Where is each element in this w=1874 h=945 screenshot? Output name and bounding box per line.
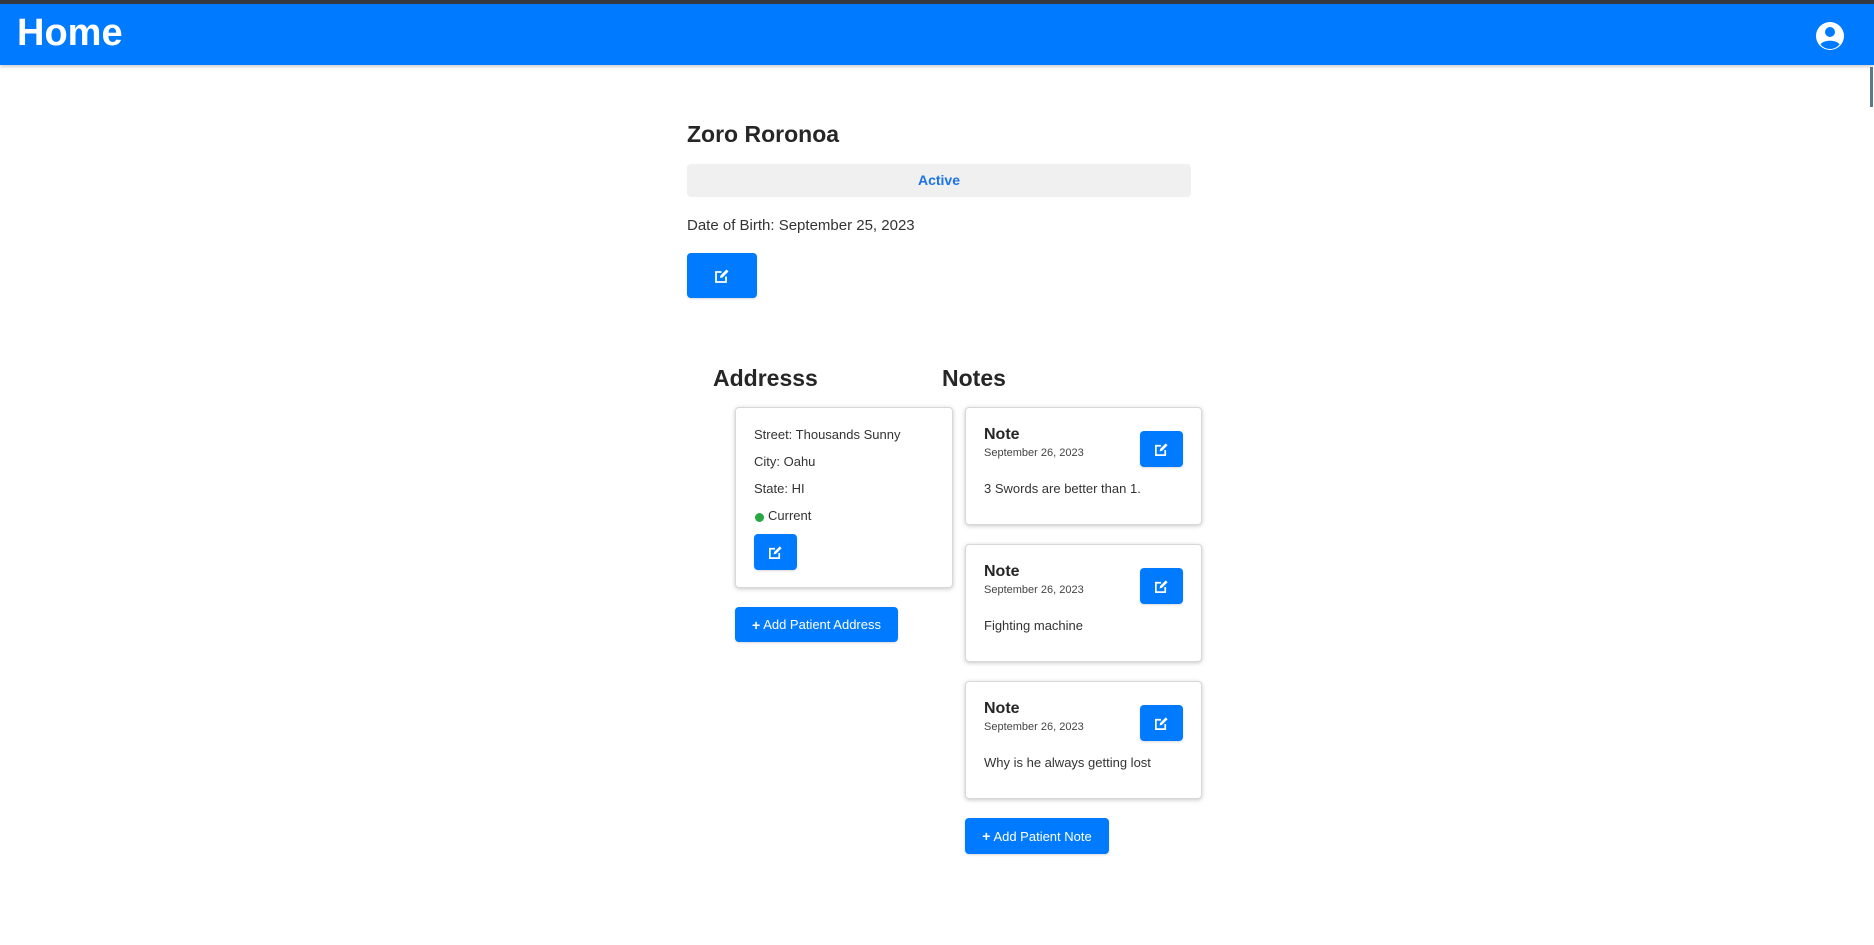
address-status: Current (768, 508, 812, 523)
note-card: Note September 26, 2023 Fighting machine (965, 544, 1202, 662)
edit-address-button[interactable] (754, 534, 797, 570)
edit-icon (1155, 442, 1168, 456)
note-date: September 26, 2023 (984, 584, 1084, 596)
scrollbar[interactable] (1870, 67, 1873, 107)
address-street: Street: Thousands Sunny (754, 427, 901, 442)
edit-icon (769, 545, 782, 559)
add-note-label: Add Patient Note (993, 828, 1092, 844)
edit-icon (715, 269, 729, 283)
patient-name: Zoro Roronoa (687, 121, 840, 147)
note-title: Note (984, 700, 1020, 717)
addresses-heading: Addresss (713, 365, 818, 391)
edit-note-button[interactable] (1140, 568, 1183, 604)
note-text: Fighting machine (984, 618, 1083, 633)
page-title[interactable]: Home (17, 10, 123, 56)
note-card: Note September 26, 2023 3 Swords are bet… (965, 407, 1202, 525)
note-date: September 26, 2023 (984, 447, 1084, 459)
account-button[interactable] (1815, 21, 1845, 51)
add-patient-address-button[interactable]: + Add Patient Address (735, 607, 898, 642)
add-address-label: Add Patient Address (763, 617, 881, 632)
edit-icon (1155, 716, 1168, 730)
edit-note-button[interactable] (1140, 705, 1183, 741)
navbar: Home (0, 4, 1874, 65)
address-city: City: Oahu (754, 454, 816, 469)
edit-icon (1155, 579, 1168, 593)
status-dot-icon (755, 513, 764, 522)
address-card: Street: Thousands Sunny City: Oahu State… (735, 407, 953, 588)
status-badge: Active (687, 164, 1191, 197)
add-patient-note-button[interactable]: + Add Patient Note (965, 818, 1109, 854)
note-text: 3 Swords are better than 1. (984, 481, 1141, 496)
address-state: State: HI (754, 481, 805, 496)
note-title: Note (984, 426, 1020, 443)
date-of-birth: Date of Birth: September 25, 2023 (687, 217, 915, 234)
plus-icon: + (982, 828, 991, 844)
note-card: Note September 26, 2023 Why is he always… (965, 681, 1202, 799)
note-title: Note (984, 563, 1020, 580)
notes-heading: Notes (942, 365, 1006, 391)
note-text: Why is he always getting lost (984, 755, 1151, 770)
edit-patient-button[interactable] (687, 253, 757, 298)
plus-icon: + (752, 616, 761, 633)
account-circle-icon (1816, 22, 1844, 50)
note-date: September 26, 2023 (984, 721, 1084, 733)
edit-note-button[interactable] (1140, 431, 1183, 467)
